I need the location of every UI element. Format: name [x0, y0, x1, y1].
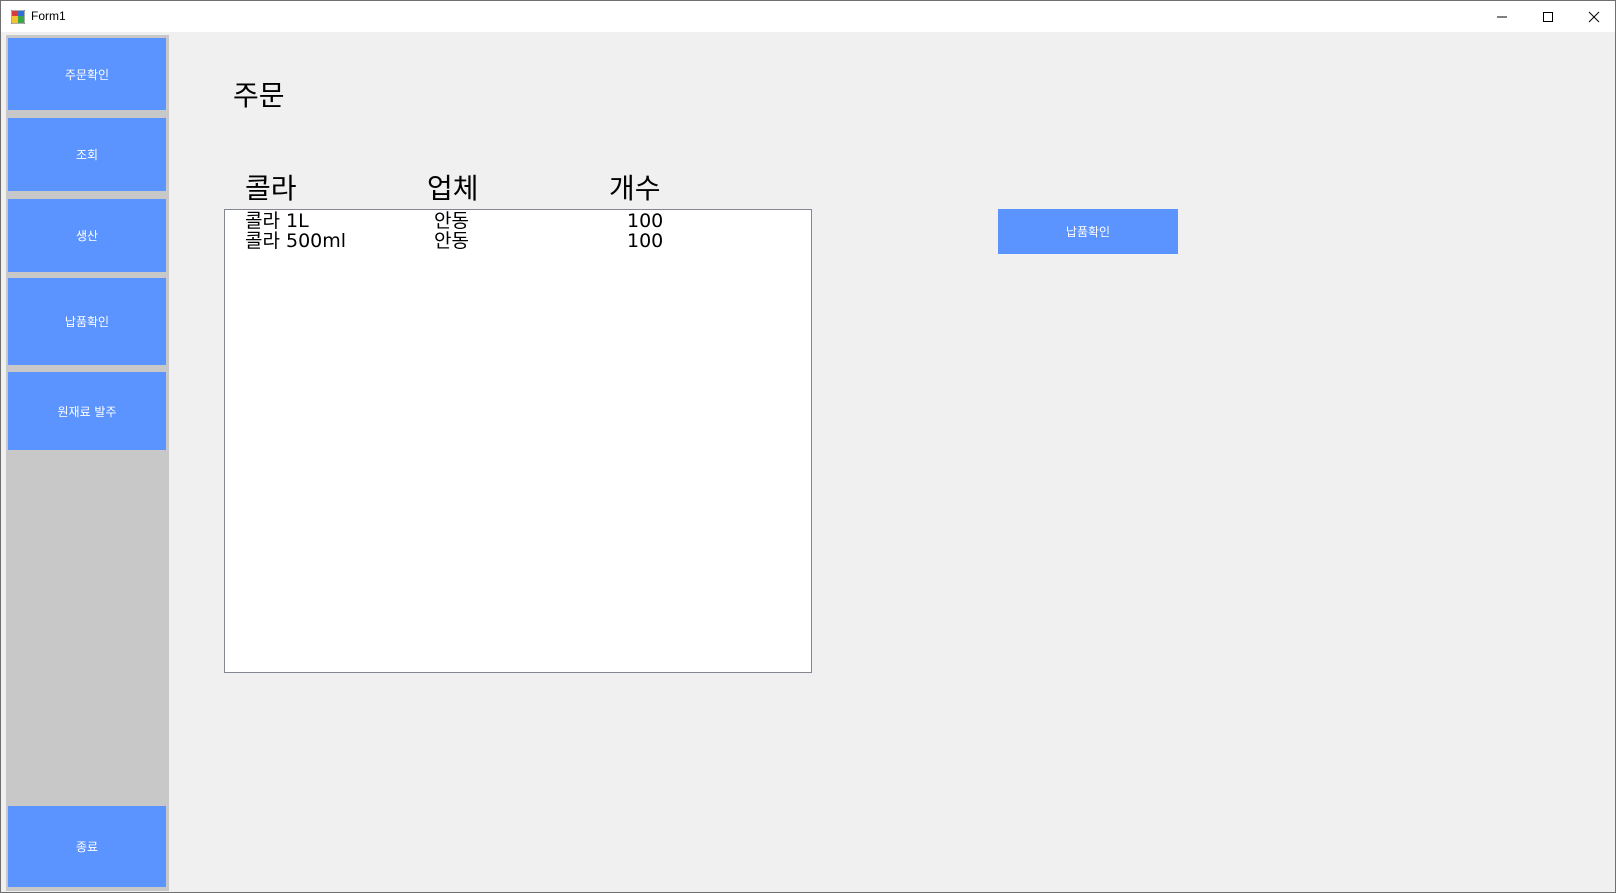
page-title: 주문 — [233, 79, 285, 112]
sidebar-item-order-check[interactable]: 주문확인 — [8, 38, 166, 110]
close-button[interactable] — [1571, 1, 1616, 32]
maximize-button[interactable] — [1525, 1, 1571, 32]
list-item[interactable]: 콜라 500ml 안동 100 — [225, 231, 811, 251]
sidebar-item-delivery-check[interactable]: 납품확인 — [8, 278, 166, 365]
window-title: Form1 — [31, 9, 66, 23]
order-listbox[interactable]: 콜라 1L 안동 100 콜라 500ml 안동 100 — [224, 209, 812, 673]
maximize-icon — [1542, 11, 1554, 23]
main-window: Form1 주문확인 조회 생산 납품확인 원재료 발주 종료 주문 콜라 업체… — [0, 0, 1616, 893]
column-header-product: 콜라 — [245, 172, 297, 205]
list-item-quantity: 100 — [627, 210, 664, 232]
minimize-icon — [1496, 11, 1508, 23]
exit-button[interactable]: 종료 — [8, 806, 166, 887]
list-item-company: 안동 — [434, 210, 469, 232]
close-icon — [1588, 11, 1600, 23]
sidebar-item-production[interactable]: 생산 — [8, 199, 166, 272]
list-item-quantity: 100 — [627, 230, 664, 252]
column-header-quantity: 개수 — [609, 172, 661, 205]
delivery-confirm-button[interactable]: 납품확인 — [998, 209, 1178, 254]
column-header-company: 업체 — [427, 172, 479, 205]
minimize-button[interactable] — [1479, 1, 1525, 32]
app-icon — [10, 9, 26, 25]
list-item-company: 안동 — [434, 230, 469, 252]
sidebar-item-lookup[interactable]: 조회 — [8, 118, 166, 191]
sidebar: 주문확인 조회 생산 납품확인 원재료 발주 종료 — [6, 35, 169, 891]
list-item-product: 콜라 1L — [245, 210, 309, 232]
list-item-product: 콜라 500ml — [245, 230, 347, 252]
title-bar[interactable]: Form1 — [1, 1, 1615, 32]
list-item[interactable]: 콜라 1L 안동 100 — [225, 211, 811, 231]
sidebar-item-raw-material-order[interactable]: 원재료 발주 — [8, 372, 166, 450]
